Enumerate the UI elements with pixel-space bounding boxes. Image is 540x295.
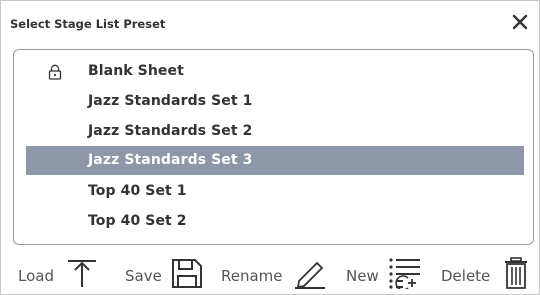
dialog-title: Select Stage List Preset bbox=[10, 17, 166, 31]
list-item-label: Blank Sheet bbox=[88, 63, 184, 79]
list-item-jazz-1[interactable]: Jazz Standards Set 1 bbox=[26, 87, 524, 116]
delete-button[interactable]: Delete bbox=[441, 253, 536, 293]
select-preset-dialog: Select Stage List Preset Blank Sheet Jaz… bbox=[0, 0, 540, 295]
rename-label: Rename bbox=[221, 267, 283, 285]
list-item-label: Jazz Standards Set 2 bbox=[88, 123, 253, 139]
new-button[interactable]: New bbox=[346, 253, 428, 293]
save-label: Save bbox=[125, 267, 162, 285]
new-label: New bbox=[346, 267, 379, 285]
preset-toolbar: Load Save Rename New Delete bbox=[1, 253, 540, 293]
delete-label: Delete bbox=[441, 267, 491, 285]
close-button[interactable] bbox=[509, 11, 531, 33]
floppy-disk-icon bbox=[172, 259, 202, 288]
list-item-label: Top 40 Set 2 bbox=[88, 213, 187, 229]
list-item-blank-sheet[interactable]: Blank Sheet bbox=[26, 57, 524, 86]
lock-icon bbox=[48, 64, 62, 80]
list-item-label: Jazz Standards Set 1 bbox=[88, 93, 253, 109]
upload-arrow-icon bbox=[68, 260, 96, 287]
pencil-icon bbox=[295, 261, 325, 289]
list-item-top40-1[interactable]: Top 40 Set 1 bbox=[26, 177, 524, 206]
list-item-jazz-3-selected[interactable]: Jazz Standards Set 3 bbox=[26, 146, 524, 175]
rename-button[interactable]: Rename bbox=[221, 253, 333, 293]
add-list-icon bbox=[389, 258, 420, 289]
list-item-label: Top 40 Set 1 bbox=[88, 183, 187, 199]
preset-list: Blank Sheet Jazz Standards Set 1 Jazz St… bbox=[13, 49, 534, 245]
trash-icon bbox=[505, 257, 527, 289]
load-label: Load bbox=[18, 267, 54, 285]
save-button[interactable]: Save bbox=[125, 253, 207, 293]
list-item-top40-2[interactable]: Top 40 Set 2 bbox=[26, 207, 524, 236]
list-item-jazz-2[interactable]: Jazz Standards Set 2 bbox=[26, 117, 524, 146]
load-button[interactable]: Load bbox=[18, 253, 110, 293]
close-icon bbox=[512, 14, 528, 30]
list-item-label: Jazz Standards Set 3 bbox=[88, 152, 253, 168]
